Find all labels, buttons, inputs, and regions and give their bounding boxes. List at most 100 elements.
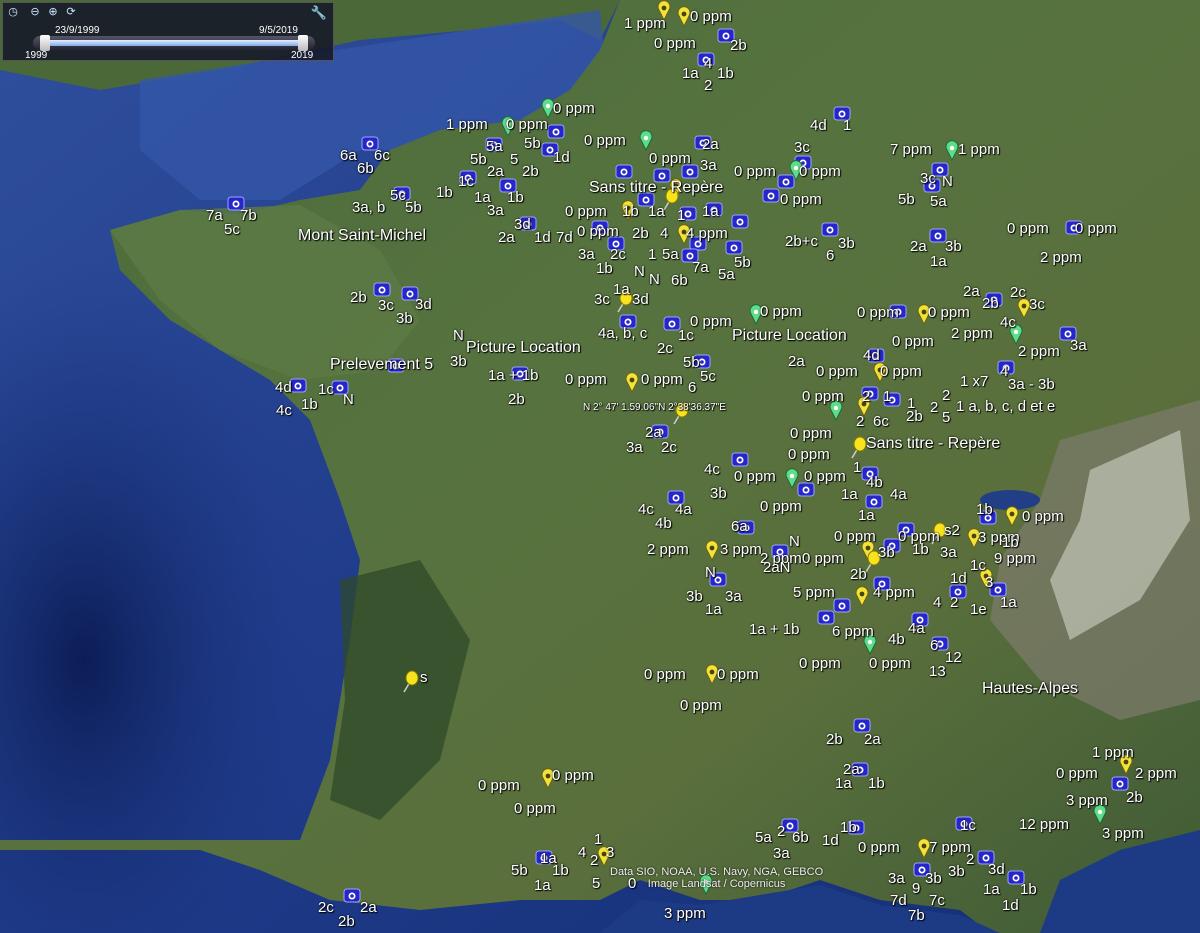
sample-label[interactable]: 3a, b — [352, 200, 385, 216]
sample-label[interactable]: 5b — [511, 863, 528, 879]
sample-label[interactable]: 1b — [436, 185, 453, 201]
sample-label[interactable]: 4b — [888, 632, 905, 648]
sample-label[interactable]: 1a — [841, 487, 858, 503]
sample-label[interactable]: 1b — [1020, 882, 1037, 898]
sample-label[interactable]: 6a — [731, 519, 748, 535]
sample-label[interactable]: 2a — [864, 732, 881, 748]
sample-label[interactable]: 2 — [856, 414, 864, 430]
ppm-reading-label[interactable]: 0 ppm — [816, 364, 858, 380]
sample-label[interactable]: 1b — [868, 776, 885, 792]
sample-label[interactable]: 1b — [552, 863, 569, 879]
sample-label[interactable]: 1d — [1002, 898, 1019, 914]
photo-camera-icon[interactable] — [343, 888, 361, 903]
sample-label[interactable]: 2b+c — [785, 234, 818, 250]
sample-label[interactable]: 3 — [606, 845, 614, 861]
sample-label[interactable]: 1 — [883, 389, 891, 405]
place-label[interactable]: Sans titre - Repère — [589, 180, 723, 196]
ppm-reading-label[interactable]: 0 ppm — [553, 101, 595, 117]
ppm-reading-label[interactable]: 3 ppm — [1102, 826, 1144, 842]
sample-label[interactable]: 1b — [596, 261, 613, 277]
sample-label[interactable]: 1 — [853, 460, 861, 476]
sample-label[interactable]: 3c — [1029, 297, 1045, 313]
sample-label[interactable]: 2b — [730, 38, 747, 54]
sample-label[interactable]: 1 x7 — [960, 374, 988, 390]
sample-label[interactable]: 4 — [933, 595, 941, 611]
refresh-icon[interactable]: ⟳ — [65, 6, 77, 18]
sample-label[interactable]: 2c — [661, 440, 677, 456]
sample-label[interactable]: 3b — [450, 354, 467, 370]
sample-label[interactable]: 5a — [486, 139, 503, 155]
sample-label[interactable]: N — [942, 174, 953, 190]
sample-label[interactable]: 3d — [632, 292, 649, 308]
ppm-reading-label[interactable]: 0 ppm — [734, 164, 776, 180]
sample-label[interactable]: 6c — [374, 148, 390, 164]
sample-label[interactable]: 5 — [942, 410, 950, 426]
ppm-reading-label[interactable]: 3 ppm — [1066, 793, 1108, 809]
ppm-reading-label[interactable]: 1 ppm — [446, 117, 488, 133]
sample-label[interactable]: 2b — [508, 392, 525, 408]
sample-label[interactable]: 2a — [360, 900, 377, 916]
ppm-reading-label[interactable]: 0 ppm — [799, 164, 841, 180]
sample-label[interactable]: 12 — [945, 650, 962, 666]
sample-label[interactable]: 3 — [985, 575, 993, 591]
sample-label[interactable]: N — [343, 392, 354, 408]
sample-label[interactable]: 4d — [810, 118, 827, 134]
sample-label[interactable]: 3b — [925, 871, 942, 887]
sample-label[interactable]: 7d — [556, 230, 573, 246]
sample-label[interactable]: 2a — [487, 164, 504, 180]
sample-label[interactable]: N — [453, 328, 464, 344]
sample-label[interactable]: 4a — [890, 487, 907, 503]
ppm-reading-label[interactable]: 0 ppm — [506, 117, 548, 133]
photo-camera-icon[interactable] — [731, 452, 749, 467]
photo-camera-icon[interactable] — [762, 188, 780, 203]
sample-label[interactable]: 7c — [929, 893, 945, 909]
sample-label[interactable]: 3a — [487, 203, 504, 219]
sample-label[interactable]: 1c — [678, 328, 694, 344]
sample-label[interactable]: 6a — [340, 148, 357, 164]
photo-camera-icon[interactable] — [615, 164, 633, 179]
sample-label[interactable]: 3d — [415, 297, 432, 313]
zoom-out-icon[interactable]: ⊖ — [29, 6, 41, 18]
sample-label[interactable]: 3a — [578, 247, 595, 263]
photo-camera-icon[interactable] — [373, 282, 391, 297]
settings-wrench-icon[interactable]: 🔧 — [311, 5, 327, 21]
sample-label[interactable]: 2 — [942, 388, 950, 404]
sample-label[interactable]: 1c — [970, 558, 986, 574]
sample-label[interactable]: 2a — [645, 425, 662, 441]
sample-label[interactable]: 3a — [725, 589, 742, 605]
sample-label[interactable]: 4c — [1000, 315, 1016, 331]
sample-label[interactable]: 5c — [224, 222, 240, 238]
sample-label[interactable]: 3c — [794, 140, 810, 156]
sample-label[interactable]: 4c — [276, 403, 292, 419]
sample-label[interactable]: 2b — [632, 226, 649, 242]
sample-label[interactable]: 4 — [660, 226, 668, 242]
sample-label[interactable]: 1a — [682, 66, 699, 82]
ppm-reading-label[interactable]: 1 ppm — [958, 142, 1000, 158]
ppm-reading-label[interactable]: 0 ppm — [802, 389, 844, 405]
sample-label[interactable]: 1a — [835, 776, 852, 792]
clock-icon[interactable]: ◷ — [7, 6, 19, 18]
sample-label[interactable]: 3b — [948, 864, 965, 880]
sample-label[interactable]: 1b — [840, 820, 857, 836]
sample-label[interactable]: s — [420, 670, 428, 686]
sample-label[interactable]: 3b — [710, 486, 727, 502]
ppm-reading-label[interactable]: 3 ppm — [720, 542, 762, 558]
ppm-reading-label[interactable]: 0 ppm — [880, 364, 922, 380]
sample-label[interactable]: 2 — [930, 400, 938, 416]
ppm-reading-label[interactable]: 2 ppm — [951, 326, 993, 342]
ppm-reading-label[interactable]: 0 ppm — [857, 305, 899, 321]
place-label[interactable]: Mont Saint-Michel — [298, 228, 426, 244]
place-label[interactable]: Prelevement 5 — [330, 357, 433, 373]
ppm-reading-label[interactable]: 0 ppm — [584, 133, 626, 149]
sample-label[interactable]: 2c — [318, 900, 334, 916]
sample-label[interactable]: 4 — [704, 56, 712, 72]
ppm-reading-label[interactable]: 0 ppm — [565, 204, 607, 220]
ppm-reading-label[interactable]: 0 ppm — [680, 698, 722, 714]
sample-label[interactable]: 1 — [843, 118, 851, 134]
sample-label[interactable]: 7b — [908, 908, 925, 924]
sample-label[interactable]: 4a — [675, 502, 692, 518]
sample-label[interactable]: 2b — [906, 409, 923, 425]
sample-label[interactable]: 4d — [863, 348, 880, 364]
ppm-reading-label[interactable]: 12 ppm — [1019, 817, 1069, 833]
photo-camera-icon[interactable] — [725, 240, 743, 255]
